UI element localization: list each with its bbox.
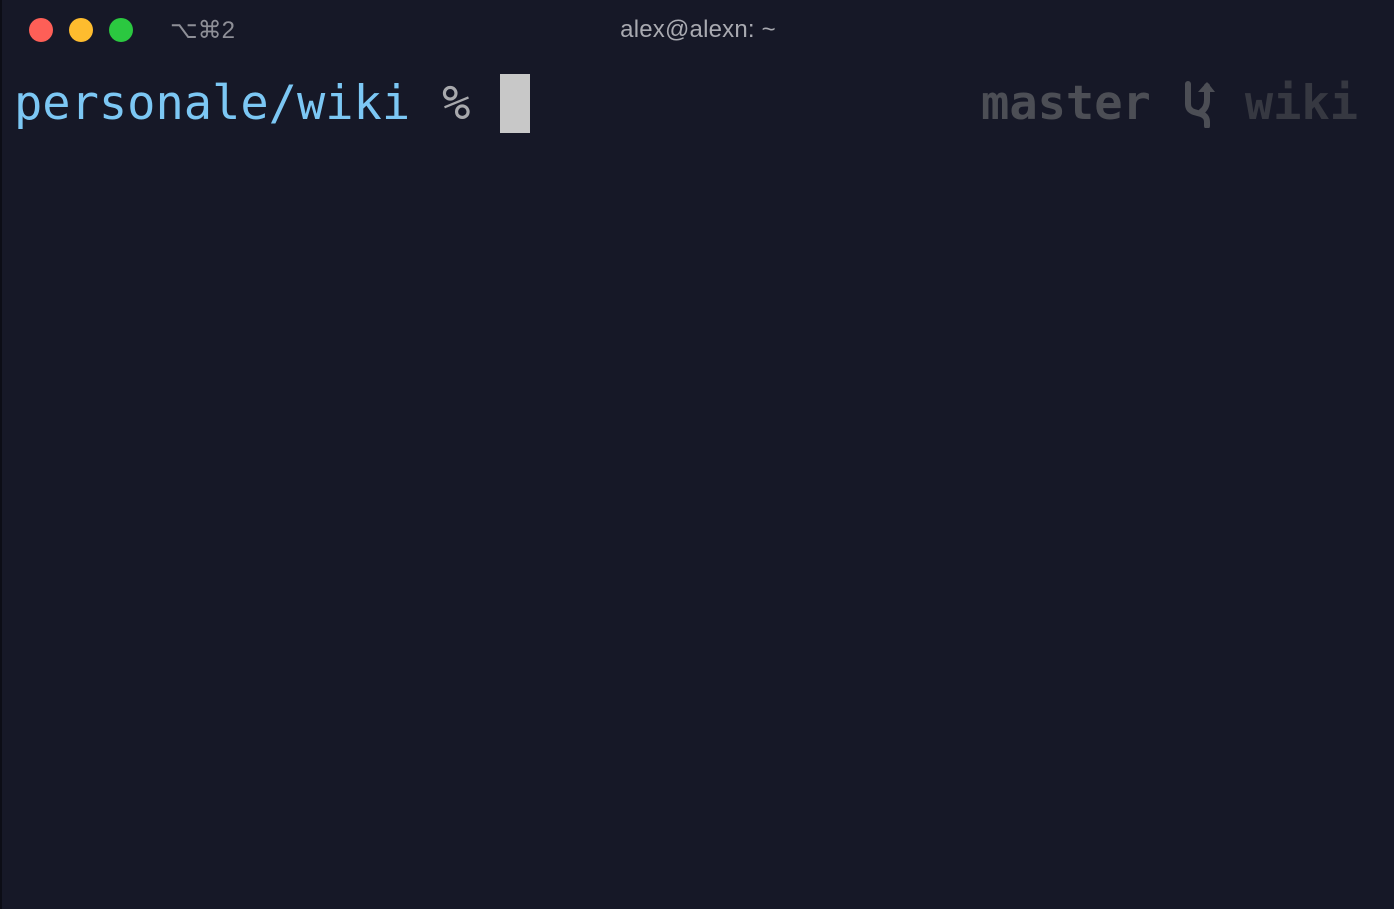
prompt-symbol: % bbox=[442, 75, 471, 131]
git-branch-name: master bbox=[981, 75, 1151, 131]
text-cursor bbox=[500, 73, 531, 133]
title-bar[interactable]: ⌥⌘2 alex@alexn: ~ bbox=[2, 0, 1394, 62]
window-title: alex@alexn: ~ bbox=[620, 16, 776, 43]
prompt-path: personale/wiki bbox=[14, 75, 411, 131]
prompt-line[interactable]: personale/wiki% bbox=[14, 72, 531, 134]
terminal-window: ⌥⌘2 alex@alexn: ~ personale/wiki% master… bbox=[0, 0, 1394, 909]
right-prompt: master wiki bbox=[981, 72, 1358, 134]
repo-name: wiki bbox=[1244, 75, 1358, 131]
git-branch-icon bbox=[1184, 81, 1215, 128]
